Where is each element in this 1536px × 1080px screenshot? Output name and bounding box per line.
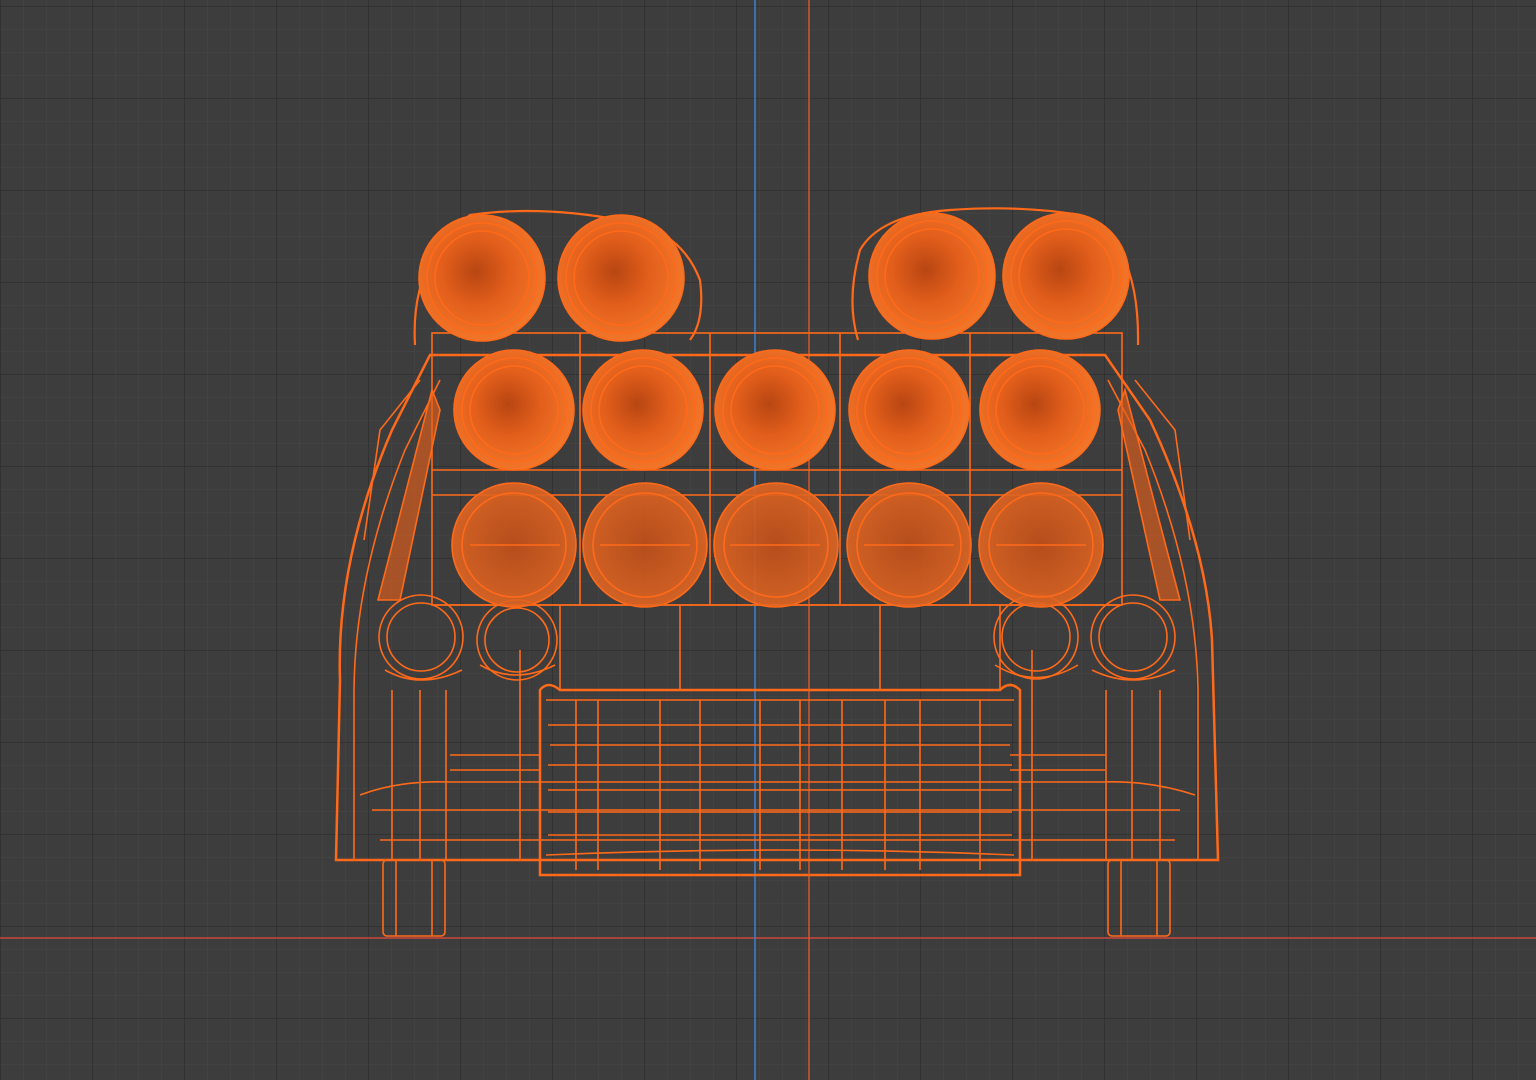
viewport-canvas[interactable] [0, 0, 1536, 1080]
back-cushions-middle-row [453, 349, 1101, 471]
seat-cushions-row [451, 482, 1104, 608]
3d-viewport[interactable] [0, 0, 1536, 1080]
